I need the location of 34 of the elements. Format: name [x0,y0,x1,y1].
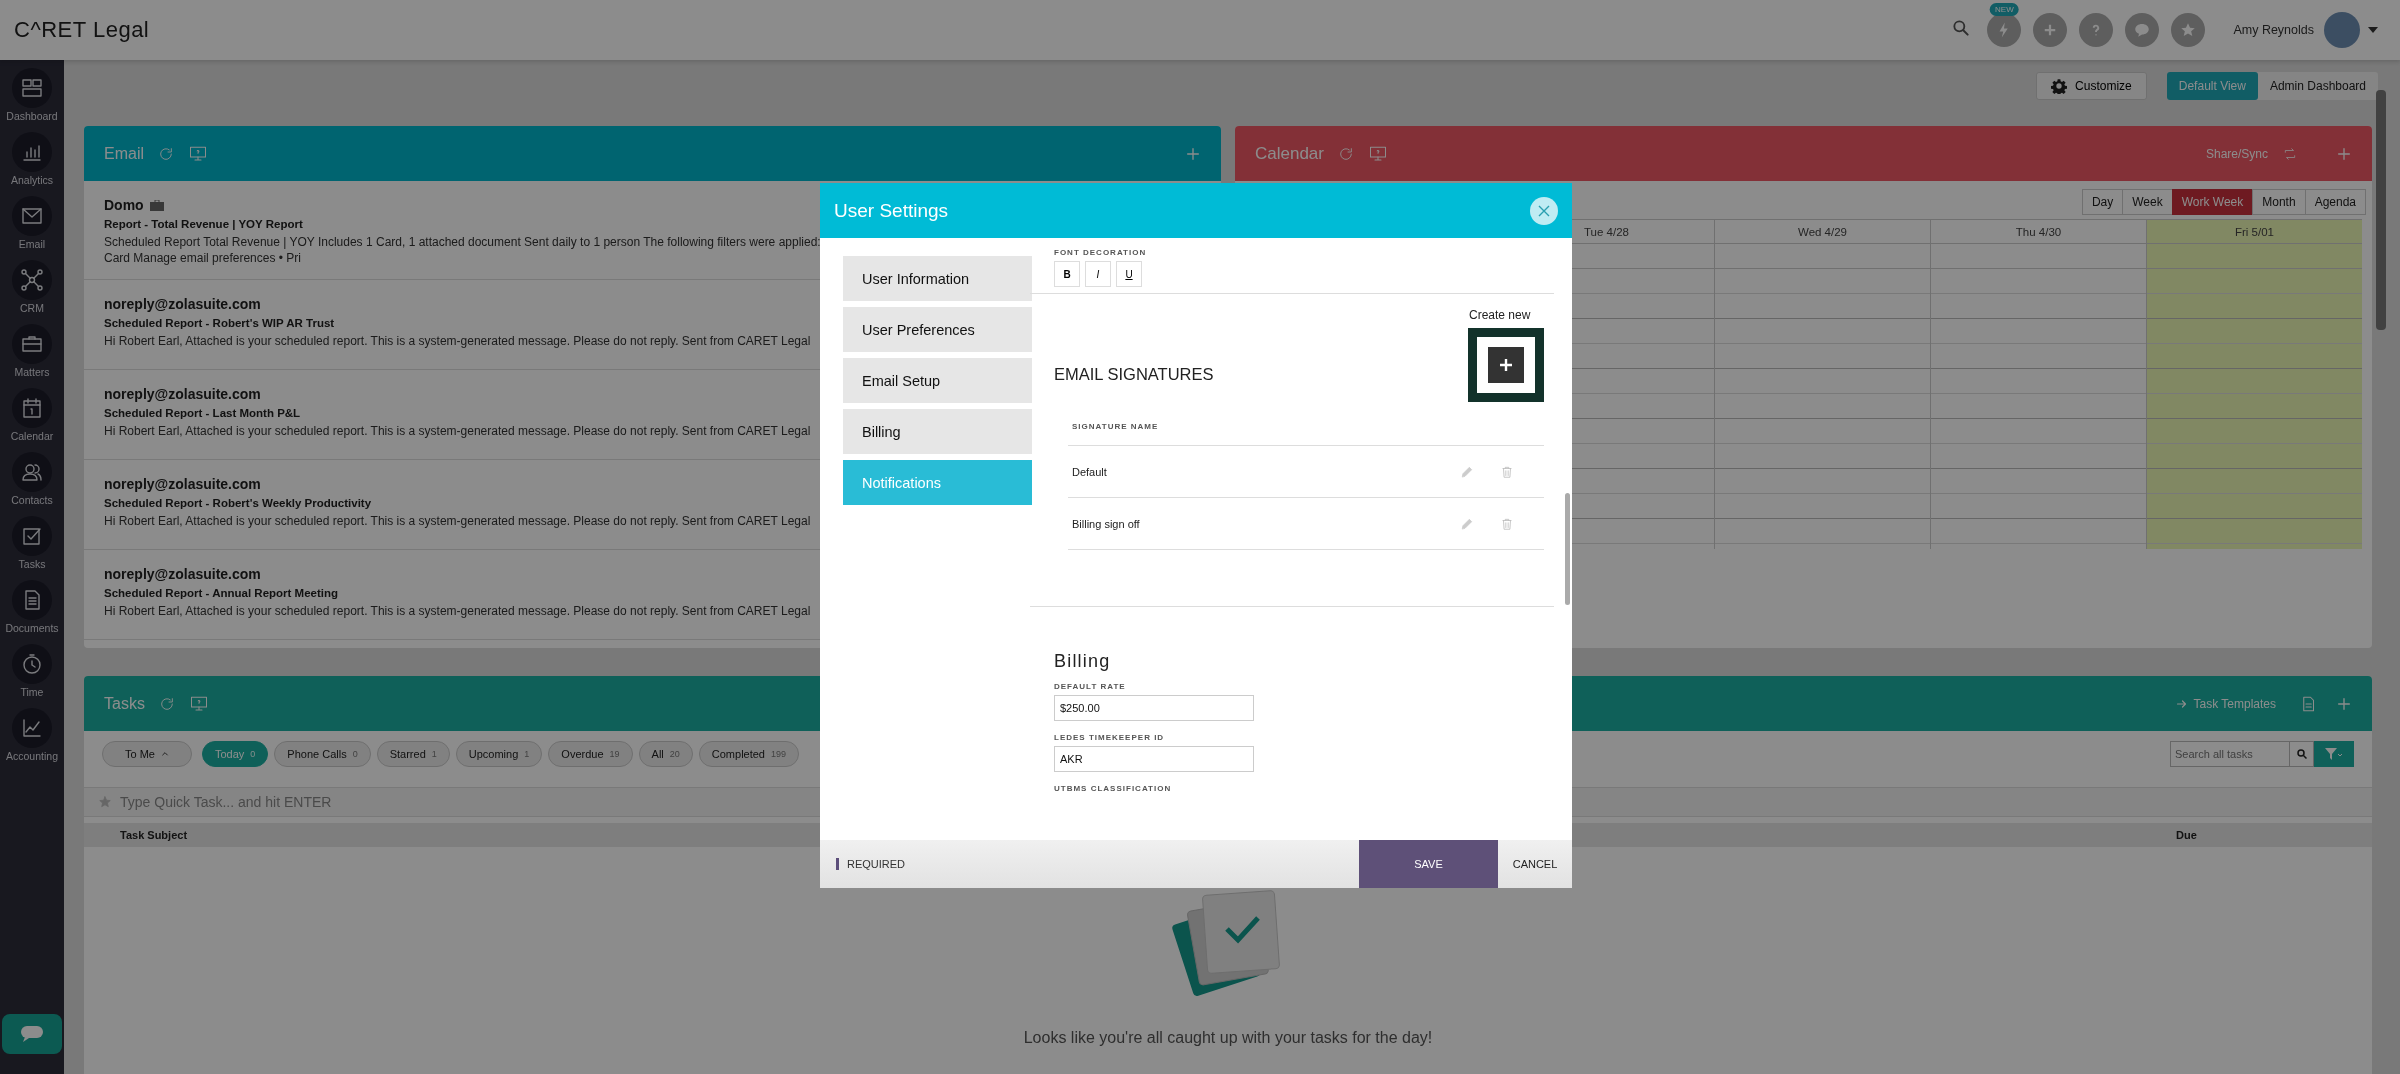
email-preview: Hi Robert Earl, Attached is your scheduled report. This is a system-generated message. Please do not reply. Sent from CARET Legal [104,424,811,438]
signature-name: Default [1072,465,1107,478]
section-title: Billing [1054,651,1112,672]
email-subject: Scheduled Report - Annual Report Meeting [104,587,340,599]
field-label: FONT DECORATION [1054,248,1148,257]
empty-state-message: Looks like you're all caught up with your tasks for the day! [1023,1029,1433,1047]
day-header: Fri 5/01 [2235,225,2274,238]
panel-title: Calendar [1255,143,1324,164]
field-label: UTBMS CLASSIFICATION [1054,784,1173,793]
day-header: Tue 4/28 [1584,225,1629,238]
dialog-title: User Settings [834,199,949,222]
email-preview: Scheduled Report Total Revenue | YOY Includes 1 Card, 1 attached document Sent daily to 1 person The following filters were applied: [104,235,821,249]
field-label: LEDES TIMEKEEPER ID [1054,733,1166,742]
email-subject: Report - Total Revenue | YOY Report [104,218,304,230]
column-header: Task Subject [120,829,188,841]
email-subject: Scheduled Report - Last Month P&L [104,407,302,419]
email-subject: Scheduled Report - Robert's Weekly Productivity [104,497,373,509]
section-title: EMAIL SIGNATURES [1054,365,1214,384]
column-header: Due [2176,829,2197,841]
email-preview: Hi Robert Earl, Attached is your scheduled report. This is a system-generated message. Please do not reply. Sent from CARET Legal [104,334,811,348]
new-badge: NEW [1990,3,2019,16]
email-subject: Scheduled Report - Robert's WIP AR Trust [104,317,336,329]
app-logo: C^RET Legal [14,17,150,43]
panel-title: Email [104,144,144,163]
email-preview: Hi Robert Earl, Attached is your scheduled report. This is a system-generated message. Please do not reply. Sent from CARET Legal [104,514,811,528]
signature-name: Billing sign off [1072,517,1140,530]
day-header: Thu 4/30 [2015,225,2062,238]
email-preview: Hi Robert Earl, Attached is your scheduled report. This is a system-generated message. Please do not reply. Sent from CARET Legal [104,604,811,618]
required-legend: REQUIRED [847,858,906,870]
day-header: Wed 4/29 [1798,225,1847,238]
email-preview: Card Manage email preferences • Pri [104,251,301,265]
panel-title: Tasks [104,694,145,713]
field-label: DEFAULT RATE [1054,682,1127,691]
column-header: SIGNATURE NAME [1072,422,1159,431]
